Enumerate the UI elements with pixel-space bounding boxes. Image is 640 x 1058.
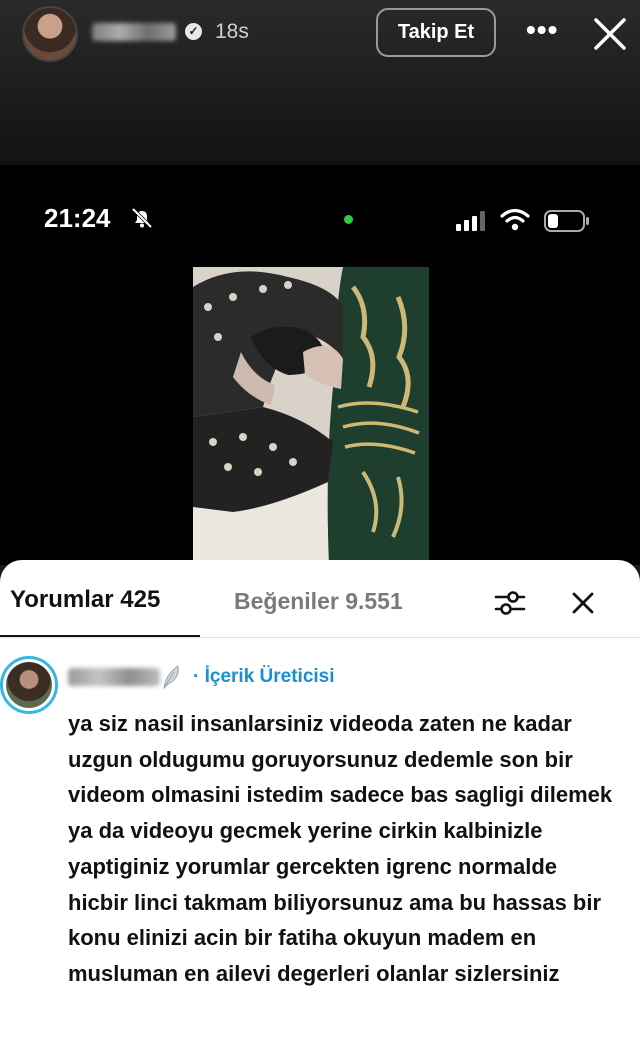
comments-sheet: Yorumlar 425 Beğeniler 9.551 · İçerik Ür…: [0, 560, 640, 1058]
comment-avatar[interactable]: [0, 656, 58, 714]
story-photo: [193, 267, 429, 565]
follow-button[interactable]: Takip Et: [376, 8, 496, 57]
filter-icon[interactable]: [494, 588, 526, 618]
story-time-ago: 18s: [215, 20, 249, 43]
camera-indicator-dot: [344, 215, 353, 224]
feather-icon: [163, 665, 179, 690]
story-header: ✓ 18s Takip Et •••: [0, 0, 640, 165]
creator-badge: · İçerik Üreticisi: [193, 666, 335, 687]
tab-comments[interactable]: Yorumlar 425: [10, 586, 160, 614]
tab-likes[interactable]: Beğeniler 9.551: [234, 588, 403, 615]
close-sheet-icon[interactable]: [570, 590, 596, 616]
wifi-icon: [500, 208, 530, 231]
comment-username-blurred[interactable]: [68, 668, 160, 686]
close-icon[interactable]: [590, 14, 630, 54]
bell-off-icon: [131, 207, 153, 229]
battery-icon: [544, 210, 589, 232]
tab-divider: [0, 637, 640, 638]
more-icon[interactable]: •••: [526, 14, 558, 46]
verified-icon: ✓: [185, 23, 202, 40]
comment-text: ya siz nasil insanlarsiniz videoda zaten…: [68, 711, 613, 986]
signal-icon: [456, 211, 485, 231]
story-screenshot: 21:24: [0, 165, 640, 565]
comment-avatar-image: [6, 662, 52, 708]
phone-clock: 21:24: [44, 203, 111, 233]
story-avatar[interactable]: [22, 6, 78, 62]
story-username-blurred[interactable]: [92, 23, 176, 41]
